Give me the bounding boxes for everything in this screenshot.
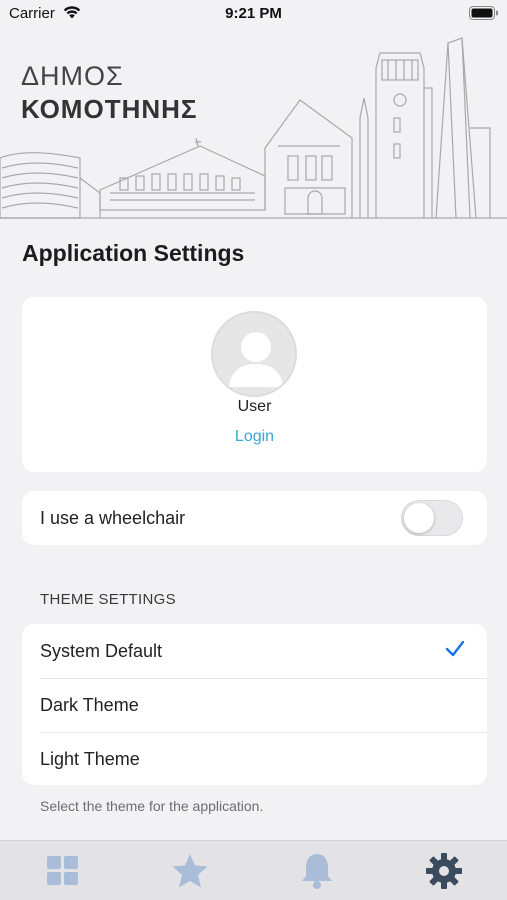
wheelchair-toggle[interactable] — [401, 500, 463, 536]
status-bar: Carrier 9:21 PM — [0, 0, 507, 28]
theme-option-light[interactable]: Light Theme — [22, 732, 487, 786]
theme-option-label: System Default — [40, 641, 163, 661]
tab-favorites[interactable] — [127, 841, 253, 900]
city-name-line2: ΚΟΜΟΤΗΝΗΣ — [21, 94, 198, 124]
header-banner: ΔΗΜΟΣ ΚΟΜΟΤΗΝΗΣ — [0, 28, 507, 223]
tab-notifications[interactable] — [254, 841, 380, 900]
theme-option-system-default[interactable]: System Default — [22, 624, 487, 678]
toggle-knob — [404, 503, 434, 533]
profile-card: User Login — [22, 297, 487, 472]
theme-option-label: Dark Theme — [40, 695, 139, 715]
login-link[interactable]: Login — [22, 428, 487, 446]
wheelchair-label: I use a wheelchair — [40, 508, 186, 528]
user-name-label: User — [237, 398, 272, 415]
theme-options-card: System Default Dark Theme Light Theme — [22, 624, 487, 785]
page-title: Application Settings — [22, 240, 245, 266]
theme-option-dark[interactable]: Dark Theme — [22, 678, 487, 732]
avatar[interactable] — [211, 311, 297, 397]
tab-home[interactable] — [0, 841, 126, 900]
checkmark-icon — [445, 640, 465, 663]
theme-option-label: Light Theme — [40, 749, 140, 769]
city-skyline-illustration — [0, 37, 507, 219]
city-name-line1: ΔΗΜΟΣ — [21, 61, 124, 91]
battery-icon — [469, 6, 499, 24]
wheelchair-setting-row: I use a wheelchair — [22, 491, 487, 545]
tab-settings[interactable] — [381, 841, 507, 900]
theme-section-header: THEME SETTINGS — [40, 591, 176, 608]
tab-bar — [0, 840, 507, 900]
status-time: 9:21 PM — [225, 5, 282, 22]
theme-footer-note: Select the theme for the application. — [40, 798, 264, 814]
user-silhouette-icon — [229, 332, 283, 387]
